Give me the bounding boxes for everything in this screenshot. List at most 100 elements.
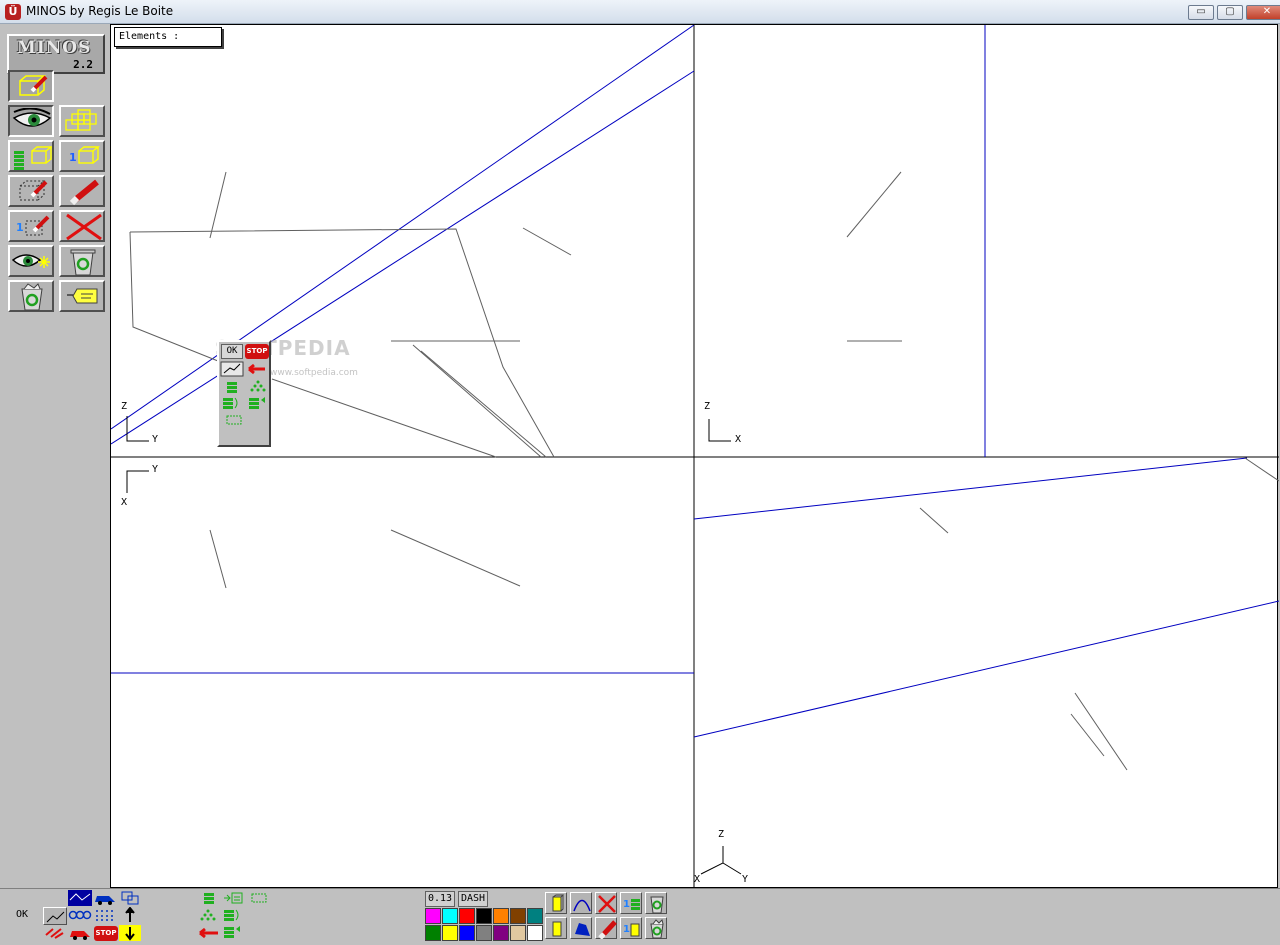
line-style-field[interactable]: DASH bbox=[458, 891, 488, 907]
one-box-icon: 1 bbox=[623, 923, 640, 937]
layer-one-button[interactable]: 1 bbox=[620, 892, 642, 914]
tool-recycle-open[interactable] bbox=[8, 280, 54, 312]
layers-arrow-icon bbox=[249, 397, 265, 409]
dotted-rect-icon bbox=[251, 893, 267, 903]
tool-erase-dotted[interactable] bbox=[8, 175, 54, 207]
color-swatch[interactable] bbox=[459, 925, 475, 941]
one-box-button[interactable]: 1 bbox=[620, 917, 642, 939]
close-button[interactable]: ✕ bbox=[1246, 5, 1280, 20]
axis-label-br-right: Y bbox=[742, 874, 749, 885]
tool-eye-spark[interactable] bbox=[8, 245, 54, 277]
color-swatch[interactable] bbox=[510, 908, 526, 924]
erase-dotted-cube-icon bbox=[19, 180, 48, 201]
color-swatch[interactable] bbox=[527, 908, 543, 924]
color-swatch[interactable] bbox=[476, 908, 492, 924]
curve-button[interactable] bbox=[570, 892, 592, 914]
yellow-box-alt-button[interactable] bbox=[545, 917, 567, 939]
tool-tag[interactable] bbox=[59, 280, 105, 312]
layer-tools[interactable] bbox=[198, 891, 278, 945]
line-width-field[interactable]: 0.13 bbox=[425, 891, 455, 907]
tool-layers-cube[interactable] bbox=[8, 140, 54, 172]
wave-icon[interactable] bbox=[68, 890, 92, 906]
minimize-button[interactable]: ▭ bbox=[1188, 5, 1214, 20]
red-undo-icon[interactable] bbox=[43, 925, 67, 941]
svg-text:1: 1 bbox=[623, 924, 630, 935]
up-arrow-icon[interactable] bbox=[123, 907, 137, 923]
color-swatch[interactable] bbox=[425, 925, 441, 941]
recycle-bin-icon bbox=[70, 249, 96, 276]
pyramid-icon bbox=[250, 380, 266, 392]
svg-text:1: 1 bbox=[69, 151, 77, 164]
window-title: MINOS by Regis Le Boite bbox=[26, 4, 174, 18]
axis-label-bl-horizontal: Y bbox=[152, 464, 159, 475]
tool-delete[interactable] bbox=[59, 210, 105, 242]
blue-shape-icon bbox=[575, 923, 590, 936]
eye-icon bbox=[12, 108, 52, 127]
popup-stop-button[interactable]: STOP bbox=[245, 344, 269, 359]
tool-eraser[interactable] bbox=[59, 175, 105, 207]
car-icon[interactable] bbox=[93, 890, 117, 906]
minos-logo: MINOS 2.2 bbox=[7, 34, 105, 74]
multi-cube-icon bbox=[65, 109, 97, 131]
axis-label-tr-vertical: Z bbox=[704, 401, 711, 412]
app-icon[interactable]: Ü bbox=[5, 4, 21, 20]
bottom-toolbar: OK STOP 0.13 DASH 1 1 bbox=[0, 888, 1280, 944]
tool-view[interactable] bbox=[8, 105, 54, 137]
recycle-bin-icon bbox=[650, 896, 664, 914]
eraser-icon bbox=[69, 179, 99, 206]
eraser-button[interactable] bbox=[595, 917, 617, 939]
left-toolbar: MINOS 2.2 1 1 bbox=[2, 26, 110, 888]
axis-label-tl-horizontal: Y bbox=[152, 434, 159, 445]
edit-cube-icon bbox=[19, 75, 48, 96]
color-swatch[interactable] bbox=[459, 908, 475, 924]
tool-edit-cube[interactable] bbox=[8, 70, 54, 102]
down-arrow-icon[interactable] bbox=[119, 925, 141, 941]
view-top-right-geometry bbox=[846, 25, 986, 457]
color-swatch[interactable] bbox=[493, 908, 509, 924]
color-swatch[interactable] bbox=[476, 925, 492, 941]
svg-text:1: 1 bbox=[623, 899, 630, 910]
layers-icon bbox=[227, 382, 237, 393]
view-top-left-geometry bbox=[111, 25, 695, 458]
back-arrow-icon bbox=[199, 927, 218, 939]
tool-one-cube[interactable]: 1 bbox=[59, 140, 105, 172]
blue-shape-button[interactable] bbox=[570, 917, 592, 939]
recycle-open-button[interactable] bbox=[645, 917, 667, 939]
dot-grid-icon[interactable] bbox=[94, 908, 116, 922]
yellow-box-button[interactable] bbox=[545, 892, 567, 914]
red-car-icon[interactable] bbox=[68, 925, 92, 941]
axis-label-bl-vertical: X bbox=[121, 497, 128, 508]
layers-bracket-icon bbox=[224, 909, 239, 921]
color-swatch[interactable] bbox=[510, 925, 526, 941]
viewport-canvas[interactable] bbox=[111, 25, 1279, 889]
color-swatch[interactable] bbox=[493, 925, 509, 941]
status-ok[interactable]: OK bbox=[16, 909, 28, 920]
recycle-bin-button[interactable] bbox=[645, 892, 667, 914]
yellow-box-icon bbox=[552, 921, 562, 937]
rings-icon[interactable] bbox=[68, 908, 92, 922]
tool-recycle[interactable] bbox=[59, 245, 105, 277]
color-swatch[interactable] bbox=[442, 925, 458, 941]
axis-label-br-vertical: Z bbox=[718, 829, 725, 840]
stop-button[interactable]: STOP bbox=[94, 926, 118, 941]
popup-ok-button[interactable]: OK bbox=[221, 344, 243, 359]
one-erase-cube-icon: 1 bbox=[16, 215, 50, 236]
curve-icon bbox=[573, 899, 591, 912]
color-swatch[interactable] bbox=[425, 908, 441, 924]
tool-one-erase[interactable]: 1 bbox=[8, 210, 54, 242]
viewport-area[interactable] bbox=[110, 24, 1279, 889]
recycle-bin-open-icon bbox=[650, 919, 664, 939]
delete-button[interactable] bbox=[595, 892, 617, 914]
delete-x-icon bbox=[66, 213, 102, 241]
eraser-icon bbox=[598, 920, 617, 939]
watermark-sub: www.softpedia.com bbox=[270, 368, 358, 378]
polyline-icon bbox=[220, 361, 244, 377]
color-swatch[interactable] bbox=[442, 908, 458, 924]
polyline-mode-button[interactable] bbox=[43, 907, 67, 925]
tool-multi-cube[interactable] bbox=[59, 105, 105, 137]
pyramid-icon bbox=[200, 909, 216, 921]
maximize-button[interactable]: ▢ bbox=[1217, 5, 1243, 20]
color-swatch[interactable] bbox=[527, 925, 543, 941]
svg-text:1: 1 bbox=[16, 221, 24, 234]
windows-icon[interactable] bbox=[120, 890, 140, 906]
